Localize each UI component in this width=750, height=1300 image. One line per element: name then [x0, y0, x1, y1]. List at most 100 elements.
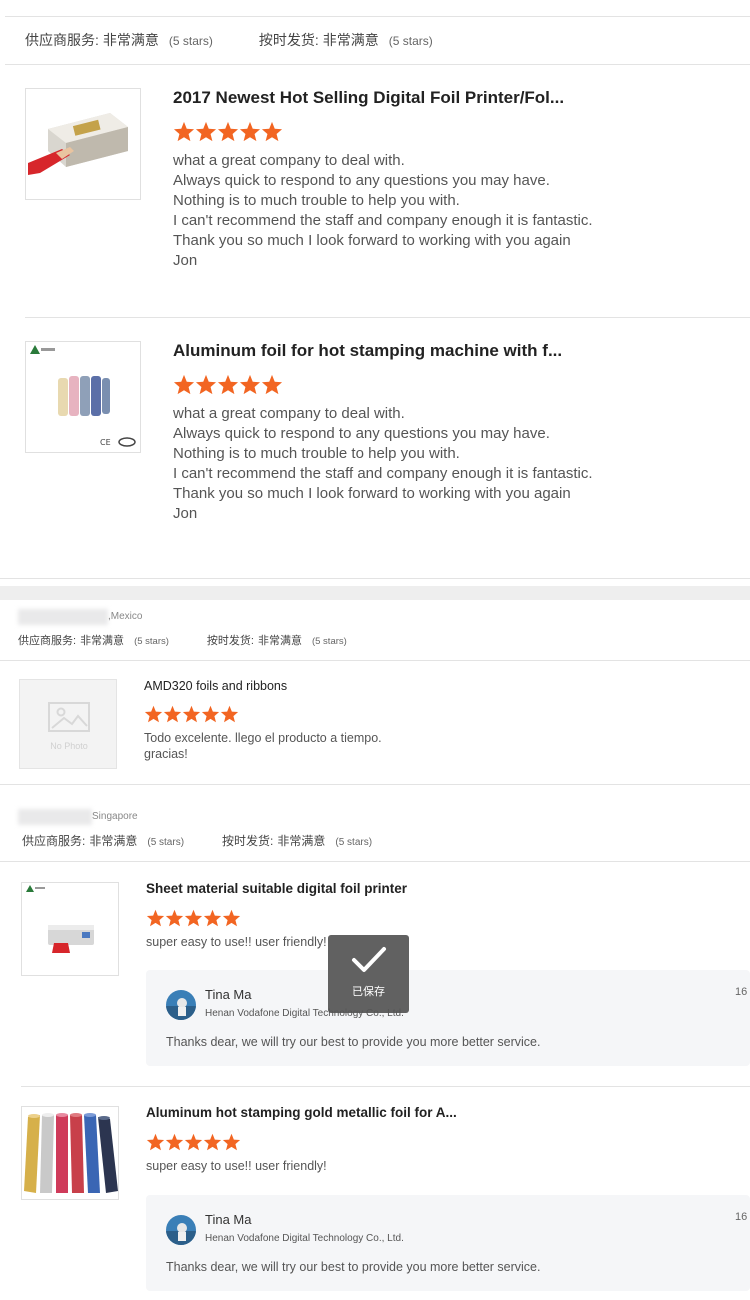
review-text: super easy to use!! user friendly!	[146, 935, 327, 949]
star-rating	[173, 121, 283, 142]
star-icon	[173, 374, 195, 395]
star-icon	[201, 705, 220, 723]
star-rating	[144, 705, 239, 723]
saved-toast: 已保存	[328, 935, 409, 1013]
star-icon	[217, 121, 239, 142]
service-stars: (5 stars)	[168, 34, 213, 48]
no-photo-label: No Photo	[50, 741, 88, 751]
buyer-name-redacted	[18, 609, 108, 625]
service-label: 供应商服务:	[18, 635, 77, 647]
review-text: super easy to use!! user friendly!	[146, 1159, 327, 1173]
divider	[0, 784, 750, 785]
toast-label: 已保存	[352, 986, 385, 998]
review-product-title[interactable]: Aluminum hot stamping gold metallic foil…	[146, 1105, 457, 1120]
ship-stars: (5 stars)	[311, 636, 347, 647]
star-icon	[203, 909, 222, 927]
star-icon	[163, 705, 182, 723]
review-text: what a great company to deal with. Alway…	[173, 405, 593, 522]
star-rating	[173, 374, 283, 395]
star-rating	[146, 909, 241, 927]
ship-label: 按时发货:	[222, 834, 274, 848]
avatar-image	[166, 1215, 196, 1245]
avatar[interactable]	[166, 1215, 196, 1245]
divider	[0, 578, 750, 579]
review-product-title[interactable]: 2017 Newest Hot Selling Digital Foil Pri…	[173, 88, 564, 108]
star-icon	[261, 374, 283, 395]
no-photo-thumbnail[interactable]: No Photo	[19, 679, 117, 769]
top-rating-row: 供应商服务: 非常满意 (5 stars) 按时发货: 非常满意 (5 stars)	[25, 30, 433, 50]
star-icon	[222, 1133, 241, 1151]
star-icon	[239, 374, 261, 395]
ship-value: 非常满意	[277, 834, 326, 848]
review-product-title[interactable]: AMD320 foils and ribbons	[144, 679, 287, 693]
star-icon	[184, 909, 203, 927]
star-icon	[173, 121, 195, 142]
star-icon	[165, 1133, 184, 1151]
review-text: Todo excelente. llego el producto a tiem…	[144, 731, 382, 761]
star-icon	[195, 121, 217, 142]
avatar-image	[166, 990, 196, 1020]
foil-printer-image	[26, 89, 140, 199]
star-icon	[222, 909, 241, 927]
star-icon	[182, 705, 201, 723]
ship-label: 按时发货:	[258, 32, 319, 48]
divider	[21, 1086, 750, 1087]
seller-reply: Tina Ma Henan Vodafone Digital Technolog…	[146, 1195, 750, 1291]
service-label: 供应商服务:	[25, 32, 99, 48]
star-rating	[146, 1133, 241, 1151]
buyer-location: Singapore	[92, 811, 138, 822]
ship-stars: (5 stars)	[335, 837, 373, 848]
review-product-title[interactable]: Aluminum foil for hot stamping machine w…	[173, 341, 562, 361]
ship-value: 非常满意	[257, 635, 302, 647]
ship-label: 按时发货:	[206, 635, 254, 647]
star-icon	[261, 121, 283, 142]
star-icon	[203, 1133, 222, 1151]
seller-reply: Tina Ma Henan Vodafone Digital Technolog…	[146, 970, 750, 1066]
reply-author: Tina Ma	[205, 987, 252, 1002]
product-thumbnail[interactable]	[25, 88, 141, 200]
avatar[interactable]	[166, 990, 196, 1020]
service-stars: (5 stars)	[147, 837, 185, 848]
divider	[0, 861, 750, 862]
star-icon	[220, 705, 239, 723]
buyer-name-redacted	[18, 809, 92, 825]
star-icon	[195, 374, 217, 395]
reply-text: Thanks dear, we will try our best to pro…	[166, 1260, 541, 1274]
review-product-title[interactable]: Sheet material suitable digital foil pri…	[146, 881, 407, 896]
section-separator	[0, 586, 750, 600]
divider	[0, 660, 750, 661]
service-stars: (5 stars)	[134, 636, 169, 647]
checkmark-icon	[352, 947, 386, 972]
divider	[5, 64, 750, 65]
reply-text: Thanks dear, we will try our best to pro…	[166, 1035, 541, 1049]
star-icon	[144, 705, 163, 723]
buyer-location: ,Mexico	[108, 611, 143, 622]
review-text: what a great company to deal with. Alway…	[173, 152, 593, 269]
svg-text:CE: CE	[100, 438, 111, 447]
mexico-rating-row: 供应商服务: 非常满意 (5 stars) 按时发货: 非常满意 (5 stars)	[18, 632, 347, 648]
product-thumbnail[interactable]: CE	[25, 341, 141, 453]
star-icon	[184, 1133, 203, 1151]
image-placeholder-icon	[48, 702, 90, 732]
foil-rolls-image: CE	[26, 342, 140, 452]
reply-date: 16	[735, 986, 748, 998]
singapore-rating-row: 供应商服务: 非常满意 (5 stars) 按时发货: 非常满意 (5 stars)	[22, 832, 372, 849]
divider	[25, 317, 750, 318]
ship-stars: (5 stars)	[388, 34, 433, 48]
service-value: 非常满意	[102, 32, 159, 48]
reply-company: Henan Vodafone Digital Technology Co., L…	[205, 1233, 404, 1244]
top-divider	[5, 16, 750, 17]
reply-author: Tina Ma	[205, 1212, 252, 1227]
metallic-foil-rolls-image	[22, 1107, 118, 1199]
reply-date: 16	[735, 1211, 748, 1223]
foil-printer-image	[22, 883, 118, 975]
star-icon	[146, 909, 165, 927]
ship-value: 非常满意	[322, 32, 379, 48]
product-thumbnail[interactable]	[21, 882, 119, 976]
product-thumbnail[interactable]	[21, 1106, 119, 1200]
service-value: 非常满意	[80, 635, 125, 647]
service-label: 供应商服务:	[22, 834, 86, 848]
star-icon	[146, 1133, 165, 1151]
star-icon	[239, 121, 261, 142]
service-value: 非常满意	[89, 834, 138, 848]
